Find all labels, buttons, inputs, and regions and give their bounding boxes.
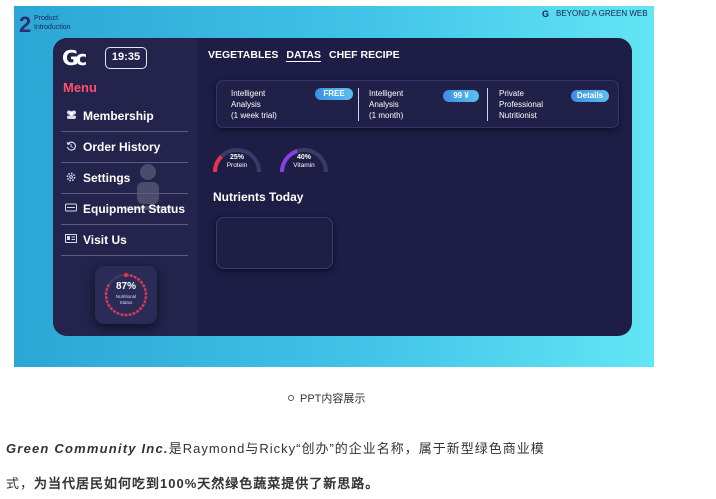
menu-title: Menu <box>63 80 97 95</box>
app-logo: Gc <box>62 46 87 70</box>
members-icon <box>61 110 81 122</box>
sidebar-item-label: Visit Us <box>83 233 127 247</box>
free-button[interactable]: FREE <box>315 88 353 100</box>
brand-text: BEYOND A GREEN WEB <box>556 9 648 18</box>
paragraph-1: Green Community Inc.是Raymond与Ricky“创办”的企… <box>6 438 545 457</box>
paragraph-2-bold: 为当代居民如何吃到100%天然绿色蔬菜提供了新思路。 <box>34 476 380 491</box>
sidebar-menu: Membership Order History Settings Equipm… <box>61 101 188 256</box>
slide-subtitle-line2: Introduction <box>34 24 71 31</box>
plan-line: Analysis <box>369 100 399 109</box>
sidebar-item-label: Settings <box>83 171 131 185</box>
nutritional-status-label-line2: Status <box>119 300 133 305</box>
sidebar-item-label: Equipment Status <box>83 202 186 216</box>
plan-line: Professional <box>499 100 544 109</box>
gauge-percent: 40% <box>296 154 311 161</box>
sidebar-item-equipment-status[interactable]: Equipment Status <box>61 194 188 225</box>
divider <box>487 88 488 121</box>
nutrients-today-title: Nutrients Today <box>213 190 304 204</box>
sidebar-item-label: Membership <box>83 109 154 123</box>
paragraph-2-start: 式， <box>6 476 35 491</box>
bullet-icon <box>288 395 294 401</box>
company-name: Green Community Inc. <box>6 441 169 456</box>
nutritional-status-label: Nutritional Status <box>95 294 157 306</box>
app-window: Gc 19:35 Menu Membership Order History S… <box>53 38 632 336</box>
tab-vegetables[interactable]: VEGETABLES <box>208 49 278 62</box>
details-button[interactable]: Details <box>571 90 609 102</box>
sidebar-item-label: Order History <box>83 140 161 154</box>
history-icon <box>61 141 81 154</box>
paragraph-2: 式，为当代居民如何吃到100%天然绿色蔬菜提供了新思路。 <box>6 473 379 492</box>
plan-line: Intelligent <box>369 89 404 98</box>
divider <box>358 88 359 121</box>
plan-line: Private <box>499 89 524 98</box>
paragraph-1-text: 是Raymond与Ricky“创办”的企业名称，属于新型绿色商业模 <box>168 441 545 456</box>
plan-monthly: Intelligent Analysis (1 month) <box>369 88 439 122</box>
nutritional-status-percent: 87% <box>115 281 136 292</box>
time-display: 19:35 <box>105 47 147 69</box>
sidebar-item-settings[interactable]: Settings <box>61 163 188 194</box>
nutrients-card[interactable] <box>216 217 333 269</box>
id-card-icon <box>61 234 81 246</box>
sidebar-item-visit-us[interactable]: Visit Us <box>61 225 188 256</box>
gauge-label: Protein <box>226 162 248 169</box>
brand-logo-icon: G <box>542 9 550 19</box>
plan-line: (1 week trial) <box>231 111 277 120</box>
plan-line: (1 month) <box>369 111 404 120</box>
plan-trial: Intelligent Analysis (1 week trial) <box>231 88 306 122</box>
gauge-percent: 25% <box>229 154 244 161</box>
caption: PPT内容展示 <box>288 390 365 406</box>
gear-icon <box>61 172 81 185</box>
slide-subtitle: Product Introduction <box>34 14 94 32</box>
plan-nutritionist: Private Professional Nutritionist <box>499 88 569 122</box>
tab-bar: VEGETABLES DATAS CHEF RECIPE <box>208 49 400 62</box>
gauge-protein: 25% Protein <box>210 142 264 174</box>
tab-chef-recipe[interactable]: CHEF RECIPE <box>329 49 400 62</box>
slide-subtitle-line1: Product <box>34 15 59 22</box>
sidebar-item-order-history[interactable]: Order History <box>61 132 188 163</box>
gauge-vitamin: 40% Vitamin <box>277 142 331 174</box>
slide: 2 Product Introduction G BEYOND A GREEN … <box>14 6 654 367</box>
sidebar: Gc 19:35 Menu Membership Order History S… <box>53 38 198 336</box>
plans-panel: Intelligent Analysis (1 week trial) FREE… <box>216 80 619 128</box>
tab-datas[interactable]: DATAS <box>286 49 322 62</box>
gauge-label: Vitamin <box>293 162 315 169</box>
sidebar-item-membership[interactable]: Membership <box>61 101 188 132</box>
caption-text: PPT内容展示 <box>300 393 366 405</box>
nutritional-status-card[interactable]: 87% Nutritional Status <box>95 266 157 324</box>
plan-line: Analysis <box>231 100 261 109</box>
plan-line: Intelligent <box>231 89 266 98</box>
slide-number: 2 <box>19 12 32 37</box>
equipment-icon <box>61 203 81 215</box>
price-button[interactable]: 99 ¥ <box>443 90 479 102</box>
plan-line: Nutritionist <box>499 111 537 120</box>
